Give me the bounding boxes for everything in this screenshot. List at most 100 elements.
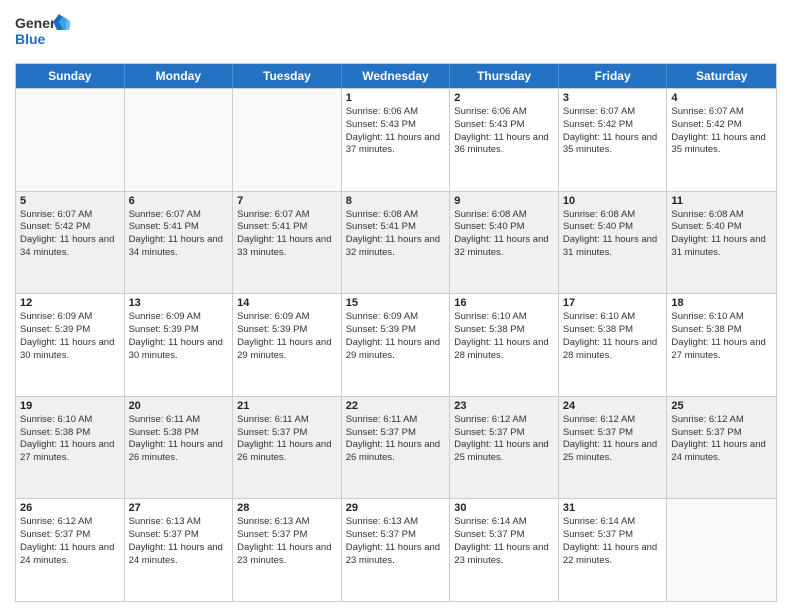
sunrise: Sunrise: 6:10 AM	[563, 311, 663, 324]
daylight: Daylight: 11 hours and 26 minutes.	[237, 439, 337, 465]
calendar-header: SundayMondayTuesdayWednesdayThursdayFrid…	[16, 64, 776, 88]
sunset: Sunset: 5:42 PM	[671, 119, 772, 132]
sunrise: Sunrise: 6:08 AM	[671, 209, 772, 222]
daylight: Daylight: 11 hours and 31 minutes.	[563, 234, 663, 260]
daylight: Daylight: 11 hours and 26 minutes.	[346, 439, 446, 465]
empty-cell	[16, 89, 125, 191]
daylight: Daylight: 11 hours and 35 minutes.	[671, 132, 772, 158]
sunrise: Sunrise: 6:09 AM	[346, 311, 446, 324]
sunset: Sunset: 5:43 PM	[454, 119, 554, 132]
sunset: Sunset: 5:40 PM	[563, 221, 663, 234]
day-cell-24: 24 Sunrise: 6:12 AM Sunset: 5:37 PM Dayl…	[559, 397, 668, 499]
header-day-thursday: Thursday	[450, 64, 559, 88]
sunset: Sunset: 5:39 PM	[129, 324, 229, 337]
header-day-wednesday: Wednesday	[342, 64, 451, 88]
daylight: Daylight: 11 hours and 22 minutes.	[563, 542, 663, 568]
day-cell-28: 28 Sunrise: 6:13 AM Sunset: 5:37 PM Dayl…	[233, 499, 342, 601]
day-number: 19	[20, 400, 120, 412]
day-cell-14: 14 Sunrise: 6:09 AM Sunset: 5:39 PM Dayl…	[233, 294, 342, 396]
calendar-body: 1 Sunrise: 6:06 AM Sunset: 5:43 PM Dayli…	[16, 88, 776, 601]
sunrise: Sunrise: 6:13 AM	[346, 516, 446, 529]
day-cell-19: 19 Sunrise: 6:10 AM Sunset: 5:38 PM Dayl…	[16, 397, 125, 499]
sunset: Sunset: 5:41 PM	[346, 221, 446, 234]
sunset: Sunset: 5:37 PM	[129, 529, 229, 542]
sunset: Sunset: 5:37 PM	[20, 529, 120, 542]
daylight: Daylight: 11 hours and 28 minutes.	[563, 337, 663, 363]
day-cell-6: 6 Sunrise: 6:07 AM Sunset: 5:41 PM Dayli…	[125, 192, 234, 294]
header-day-saturday: Saturday	[667, 64, 776, 88]
sunrise: Sunrise: 6:07 AM	[563, 106, 663, 119]
day-cell-9: 9 Sunrise: 6:08 AM Sunset: 5:40 PM Dayli…	[450, 192, 559, 294]
day-cell-30: 30 Sunrise: 6:14 AM Sunset: 5:37 PM Dayl…	[450, 499, 559, 601]
sunset: Sunset: 5:38 PM	[20, 427, 120, 440]
header-day-tuesday: Tuesday	[233, 64, 342, 88]
day-number: 14	[237, 297, 337, 309]
day-cell-29: 29 Sunrise: 6:13 AM Sunset: 5:37 PM Dayl…	[342, 499, 451, 601]
day-number: 25	[671, 400, 772, 412]
sunset: Sunset: 5:42 PM	[20, 221, 120, 234]
day-number: 5	[20, 195, 120, 207]
daylight: Daylight: 11 hours and 33 minutes.	[237, 234, 337, 260]
sunrise: Sunrise: 6:10 AM	[20, 414, 120, 427]
day-number: 29	[346, 502, 446, 514]
sunset: Sunset: 5:42 PM	[563, 119, 663, 132]
sunrise: Sunrise: 6:09 AM	[237, 311, 337, 324]
sunset: Sunset: 5:37 PM	[454, 427, 554, 440]
sunrise: Sunrise: 6:06 AM	[346, 106, 446, 119]
sunset: Sunset: 5:43 PM	[346, 119, 446, 132]
day-number: 30	[454, 502, 554, 514]
sunset: Sunset: 5:37 PM	[563, 529, 663, 542]
header-day-monday: Monday	[125, 64, 234, 88]
day-cell-25: 25 Sunrise: 6:12 AM Sunset: 5:37 PM Dayl…	[667, 397, 776, 499]
daylight: Daylight: 11 hours and 26 minutes.	[129, 439, 229, 465]
daylight: Daylight: 11 hours and 27 minutes.	[671, 337, 772, 363]
day-number: 28	[237, 502, 337, 514]
sunrise: Sunrise: 6:08 AM	[346, 209, 446, 222]
day-cell-26: 26 Sunrise: 6:12 AM Sunset: 5:37 PM Dayl…	[16, 499, 125, 601]
sunrise: Sunrise: 6:14 AM	[454, 516, 554, 529]
sunrise: Sunrise: 6:08 AM	[454, 209, 554, 222]
day-cell-4: 4 Sunrise: 6:07 AM Sunset: 5:42 PM Dayli…	[667, 89, 776, 191]
sunset: Sunset: 5:37 PM	[237, 427, 337, 440]
sunrise: Sunrise: 6:13 AM	[237, 516, 337, 529]
day-cell-23: 23 Sunrise: 6:12 AM Sunset: 5:37 PM Dayl…	[450, 397, 559, 499]
sunrise: Sunrise: 6:07 AM	[237, 209, 337, 222]
day-cell-12: 12 Sunrise: 6:09 AM Sunset: 5:39 PM Dayl…	[16, 294, 125, 396]
day-cell-27: 27 Sunrise: 6:13 AM Sunset: 5:37 PM Dayl…	[125, 499, 234, 601]
day-number: 23	[454, 400, 554, 412]
sunrise: Sunrise: 6:10 AM	[671, 311, 772, 324]
daylight: Daylight: 11 hours and 23 minutes.	[454, 542, 554, 568]
day-number: 31	[563, 502, 663, 514]
sunset: Sunset: 5:39 PM	[346, 324, 446, 337]
sunrise: Sunrise: 6:07 AM	[129, 209, 229, 222]
sunrise: Sunrise: 6:12 AM	[671, 414, 772, 427]
day-cell-20: 20 Sunrise: 6:11 AM Sunset: 5:38 PM Dayl…	[125, 397, 234, 499]
empty-cell	[667, 499, 776, 601]
sunset: Sunset: 5:37 PM	[346, 529, 446, 542]
sunset: Sunset: 5:38 PM	[129, 427, 229, 440]
empty-cell	[233, 89, 342, 191]
day-cell-7: 7 Sunrise: 6:07 AM Sunset: 5:41 PM Dayli…	[233, 192, 342, 294]
calendar: SundayMondayTuesdayWednesdayThursdayFrid…	[15, 63, 777, 602]
sunset: Sunset: 5:39 PM	[237, 324, 337, 337]
daylight: Daylight: 11 hours and 25 minutes.	[563, 439, 663, 465]
day-number: 16	[454, 297, 554, 309]
day-cell-16: 16 Sunrise: 6:10 AM Sunset: 5:38 PM Dayl…	[450, 294, 559, 396]
daylight: Daylight: 11 hours and 28 minutes.	[454, 337, 554, 363]
sunset: Sunset: 5:38 PM	[454, 324, 554, 337]
sunrise: Sunrise: 6:11 AM	[129, 414, 229, 427]
header: General Blue	[15, 10, 777, 55]
day-number: 13	[129, 297, 229, 309]
daylight: Daylight: 11 hours and 34 minutes.	[129, 234, 229, 260]
day-number: 27	[129, 502, 229, 514]
sunset: Sunset: 5:39 PM	[20, 324, 120, 337]
daylight: Daylight: 11 hours and 24 minutes.	[129, 542, 229, 568]
sunset: Sunset: 5:40 PM	[671, 221, 772, 234]
sunset: Sunset: 5:37 PM	[563, 427, 663, 440]
sunrise: Sunrise: 6:11 AM	[346, 414, 446, 427]
day-number: 3	[563, 92, 663, 104]
sunrise: Sunrise: 6:06 AM	[454, 106, 554, 119]
daylight: Daylight: 11 hours and 24 minutes.	[20, 542, 120, 568]
day-number: 1	[346, 92, 446, 104]
sunrise: Sunrise: 6:12 AM	[454, 414, 554, 427]
